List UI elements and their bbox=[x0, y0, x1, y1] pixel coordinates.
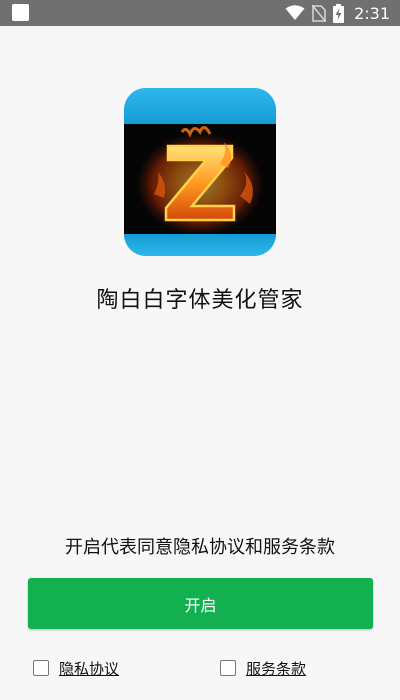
battery-charging-icon bbox=[333, 3, 345, 23]
no-sim-icon bbox=[312, 4, 327, 22]
splash-screen: 2:31 陶白白字体美化管家 开启代表同意隐私协议和服务条款 开启 隐私协议 服… bbox=[0, 0, 400, 700]
app-notification-icon bbox=[12, 4, 29, 21]
privacy-agreement-checkbox[interactable] bbox=[33, 660, 49, 676]
logo-bottom-band bbox=[124, 234, 276, 256]
status-time: 2:31 bbox=[354, 3, 390, 23]
status-icons: 2:31 bbox=[285, 0, 390, 26]
consent-text: 开启代表同意隐私协议和服务条款 bbox=[65, 537, 335, 558]
flaming-z-icon bbox=[138, 126, 262, 234]
logo-top-band bbox=[124, 88, 276, 124]
terms-of-service-checkbox[interactable] bbox=[220, 660, 236, 676]
terms-of-service-row[interactable]: 服务条款 bbox=[220, 657, 306, 679]
logo-center-panel bbox=[124, 124, 276, 234]
terms-of-service-link[interactable]: 服务条款 bbox=[246, 658, 306, 679]
status-bar: 2:31 bbox=[0, 0, 400, 26]
privacy-agreement-link[interactable]: 隐私协议 bbox=[59, 658, 119, 679]
privacy-agreement-row[interactable]: 隐私协议 bbox=[33, 657, 119, 679]
app-title: 陶白白字体美化管家 bbox=[96, 288, 304, 313]
open-button[interactable]: 开启 bbox=[28, 578, 373, 629]
wifi-icon bbox=[285, 5, 305, 20]
app-logo bbox=[124, 88, 276, 256]
